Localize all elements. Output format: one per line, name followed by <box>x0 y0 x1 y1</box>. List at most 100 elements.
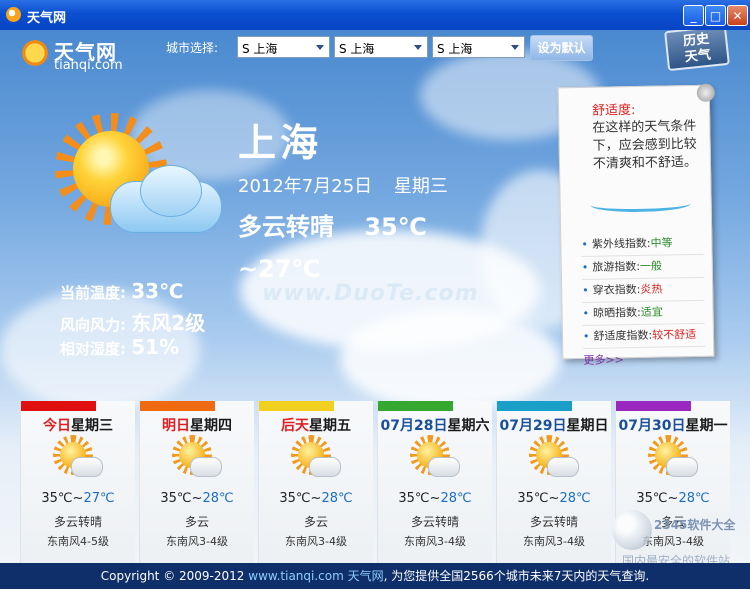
forecast-day-card[interactable]: 后天星期五 35℃~28℃ 多云东南风3-4级 <box>258 401 373 589</box>
tianqi-logo[interactable]: 天气网 tianqi.com <box>20 36 130 73</box>
city-select-3-value: S 上海 <box>437 42 473 56</box>
bullet-icon: • <box>581 237 588 251</box>
day-weekday: 星期五 <box>309 418 351 434</box>
forecast-day-card[interactable]: 今日星期三 35℃~27℃ 多云转晴 东南风4-5级 <box>20 401 135 589</box>
current-date: 2012年7月25日 <box>238 176 373 197</box>
bullet-icon: • <box>581 260 589 274</box>
forecast-day-card[interactable]: 07月28日星期六 35℃~28℃ 多云转晴 东南风3-4级 <box>377 401 492 589</box>
footer: Copyright © 2009-2012 www.tianqi.com 天气网… <box>0 563 750 589</box>
current-weekday: 星期三 <box>393 176 448 197</box>
current-date-line: 2012年7月25日 星期三 <box>238 172 448 198</box>
index-label: 穿衣指数: <box>592 282 641 297</box>
stat-value: 51% <box>131 335 180 359</box>
day-temp: 35℃~27℃ <box>41 491 115 506</box>
day-condition: 多云转晴 <box>410 515 459 529</box>
stat-wind: 风向风力: 东风2级 <box>60 307 205 336</box>
city-select-label: 城市选择: <box>166 41 219 55</box>
day-color-bar <box>616 401 691 411</box>
index-value: 一般 <box>639 259 663 273</box>
day-weekday: 星期六 <box>447 418 490 434</box>
day-prefix: 今日 <box>43 418 71 434</box>
day-wind: 东南风3-4级 <box>404 535 466 548</box>
day-weekday: 星期三 <box>71 418 113 434</box>
partly-cloudy-icon <box>172 435 224 483</box>
day-condition: 多云 <box>303 515 328 529</box>
index-label: 旅游指数: <box>592 259 641 274</box>
app-icon <box>6 7 21 22</box>
set-default-button[interactable]: 设为默认 <box>530 35 593 61</box>
day-condition: 多云 <box>184 515 209 529</box>
bullet-icon: • <box>582 306 590 320</box>
day-heading: 07月29日星期日 <box>497 415 611 435</box>
stat-value: 33℃ <box>131 279 184 303</box>
more-link[interactable]: 更多>> <box>583 351 624 368</box>
partly-cloudy-icon <box>53 435 105 483</box>
current-city: 上海 <box>238 121 323 165</box>
bullet-icon: • <box>582 329 590 343</box>
day-prefix: 07月28日 <box>380 418 448 434</box>
day-color-bar <box>140 401 215 411</box>
day-heading: 后天星期五 <box>259 415 373 435</box>
day-low: 28℃ <box>678 491 710 506</box>
day-wind: 东南风4-5级 <box>47 535 109 548</box>
day-heading: 07月30日星期一 <box>616 415 730 435</box>
comfort-index-row: • 旅游指数:一般 <box>581 254 704 280</box>
window-title: 天气网 <box>27 11 67 26</box>
day-prefix: 明日 <box>162 418 190 434</box>
client-area: 天气网 tianqi.com 城市选择: S 上海 S 上海 S 上海 设为默认… <box>0 30 750 589</box>
pin-icon <box>696 83 715 102</box>
footer-prefix: Copyright © 2009-2012 <box>100 569 249 583</box>
day-weekday: 星期日 <box>566 418 609 434</box>
city-select-1[interactable]: S 上海 <box>237 36 330 58</box>
sun-logo-icon <box>20 38 50 68</box>
title-bar[interactable]: 天气网 _ □ ✕ <box>0 0 750 30</box>
logo-ball-icon <box>612 510 652 550</box>
city-select-2-value: S 上海 <box>339 42 375 56</box>
comfort-title: 舒适度: <box>591 102 636 119</box>
forecast-day-card[interactable]: 07月29日星期日 35℃~28℃ 多云转晴 东南风3-4级 <box>496 401 611 589</box>
corner-site-logo: 2345软件大全 国内最安全的软件站 <box>612 506 750 568</box>
day-low: 27℃ <box>83 491 115 506</box>
forecast-day-card[interactable]: 明日星期四 35℃~28℃ 多云 东南风3-4级 <box>139 401 254 589</box>
day-temp: 35℃~28℃ <box>160 491 234 506</box>
day-heading: 07月28日星期六 <box>378 415 492 435</box>
day-high: 35℃ <box>41 491 73 506</box>
minimize-button[interactable]: _ <box>683 5 704 26</box>
index-value: 炎热 <box>640 282 663 296</box>
day-wind: 东南风3-4级 <box>285 535 347 548</box>
app-window: 天气网 _ □ ✕ 天气网 tianqi.com 城市选择: S 上海 S 上海… <box>0 0 750 589</box>
comfort-panel: 舒适度: 在这样的天气条件下，应会感到比较不清爽和不舒适。 • 紫外线指数:中等 •… <box>557 83 715 367</box>
index-value: 中等 <box>650 236 673 250</box>
swoosh-decoration <box>590 196 691 213</box>
chevron-down-icon[interactable] <box>508 39 522 55</box>
partly-cloudy-icon <box>529 435 581 483</box>
day-color-bar <box>259 401 334 411</box>
history-weather-button[interactable]: 历史 天气 <box>664 30 730 72</box>
index-label: 舒适度指数: <box>593 328 653 343</box>
current-high: 35℃ <box>364 213 427 241</box>
close-button[interactable]: ✕ <box>727 5 748 26</box>
day-high: 35℃ <box>517 491 549 506</box>
day-low: 28℃ <box>202 491 234 506</box>
day-high: 35℃ <box>636 491 668 506</box>
day-wind: 东南风3-4级 <box>523 535 585 548</box>
day-color-bar <box>21 401 96 411</box>
city-select-2[interactable]: S 上海 <box>334 36 428 58</box>
chevron-down-icon[interactable] <box>313 39 327 55</box>
stat-label: 风向风力: <box>60 316 126 334</box>
watermark: www.DuoTe.com <box>262 281 479 306</box>
index-value: 较不舒适 <box>652 327 697 342</box>
corner-logo-name: 2345软件大全 <box>654 518 736 532</box>
day-low: 28℃ <box>440 491 472 506</box>
footer-link[interactable]: www.tianqi.com 天气网 <box>248 569 383 583</box>
chevron-down-icon[interactable] <box>411 39 425 55</box>
current-low: ~27℃ <box>238 255 321 283</box>
index-label: 紫外线指数: <box>591 236 651 251</box>
day-color-bar <box>378 401 453 411</box>
day-temp: 35℃~28℃ <box>279 491 353 506</box>
stat-value: 东风2级 <box>131 311 206 335</box>
day-condition: 多云转晴 <box>529 515 578 529</box>
maximize-button[interactable]: □ <box>705 5 726 26</box>
day-temp: 35℃~28℃ <box>636 491 710 506</box>
city-select-3[interactable]: S 上海 <box>432 36 525 58</box>
